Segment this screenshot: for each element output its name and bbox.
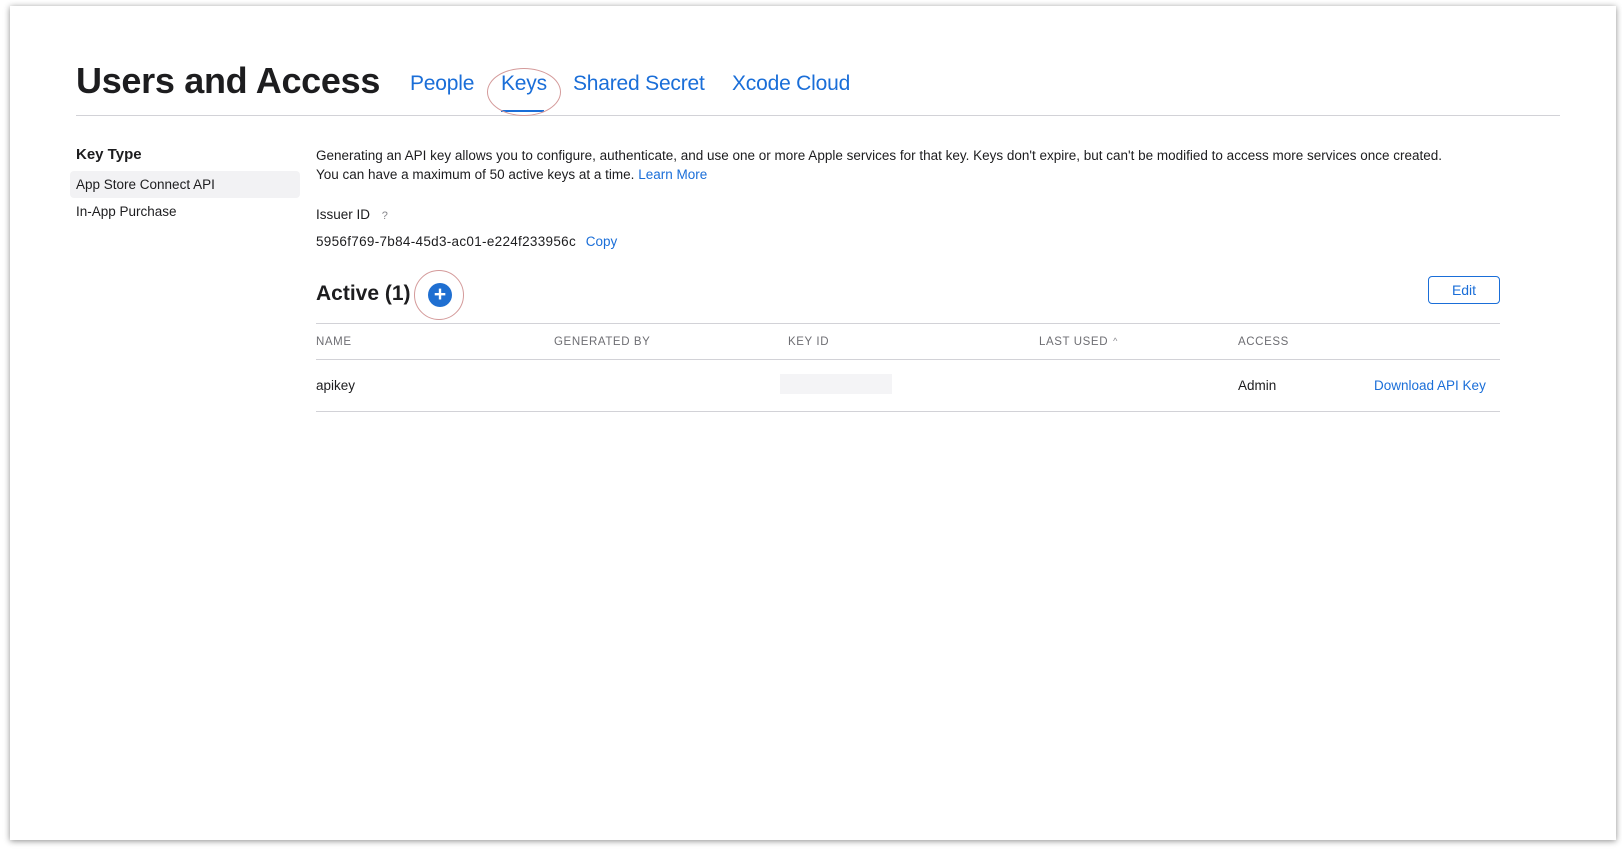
copy-issuer-id-link[interactable]: Copy [586,234,618,249]
sidebar-item-app-store-connect-api[interactable]: App Store Connect API [70,171,300,198]
plus-circle-icon[interactable]: + [428,283,452,307]
page-header: Users and Access People Keys Shared Secr… [76,58,1560,116]
page-title: Users and Access [76,60,381,101]
sidebar-item-in-app-purchase[interactable]: In-App Purchase [70,198,300,225]
issuer-id-label-row: Issuer ID ? [316,207,388,222]
tab-people[interactable]: People [410,72,474,96]
table-header: NAME GENERATED BY KEY ID LAST USED ^ ACCE… [316,324,1500,360]
chevron-up-icon: ^ [1113,336,1118,346]
column-header-access[interactable]: ACCESS [1238,336,1289,348]
issuer-id-label: Issuer ID [316,207,371,222]
column-header-last-used-label: LAST USED [1039,336,1109,348]
description: Generating an API key allows you to conf… [316,146,1500,184]
redacted-key-id [780,374,892,394]
edit-button[interactable]: Edit [1428,276,1500,304]
description-line-2: You can have a maximum of 50 active keys… [316,167,635,182]
learn-more-link[interactable]: Learn More [638,167,707,182]
column-header-generated-by[interactable]: GENERATED BY [554,336,650,348]
cell-access: Admin [1238,378,1277,393]
question-mark-icon[interactable]: ? [382,210,388,222]
sidebar: Key Type App Store Connect API In-App Pu… [70,146,300,225]
column-header-key-id[interactable]: KEY ID [788,336,829,348]
column-header-last-used[interactable]: LAST USED ^ [1039,336,1118,348]
tab-xcode-cloud[interactable]: Xcode Cloud [732,72,850,96]
issuer-id-value-row: 5956f769-7b84-45d3-ac01-e224f233956c Cop… [316,234,617,249]
table-row[interactable]: apikey Admin Download API Key [316,360,1500,412]
tab-shared-secret[interactable]: Shared Secret [573,72,705,96]
page-content: Users and Access People Keys Shared Secr… [10,6,1616,840]
issuer-id-value: 5956f769-7b84-45d3-ac01-e224f233956c [316,234,577,249]
window-frame: Users and Access People Keys Shared Secr… [10,6,1616,840]
active-keys-heading: Active (1) [316,282,411,305]
description-line-1: Generating an API key allows you to conf… [316,148,1443,163]
cell-name: apikey [316,378,356,393]
active-tab-indicator [501,110,544,112]
tab-keys[interactable]: Keys [501,72,547,96]
column-header-name[interactable]: NAME [316,336,352,348]
main-content: Generating an API key allows you to conf… [316,146,1500,412]
download-api-key-link[interactable]: Download API Key [1374,378,1486,393]
sidebar-heading: Key Type [76,146,142,163]
keys-table: NAME GENERATED BY KEY ID LAST USED ^ ACCE… [316,323,1500,412]
